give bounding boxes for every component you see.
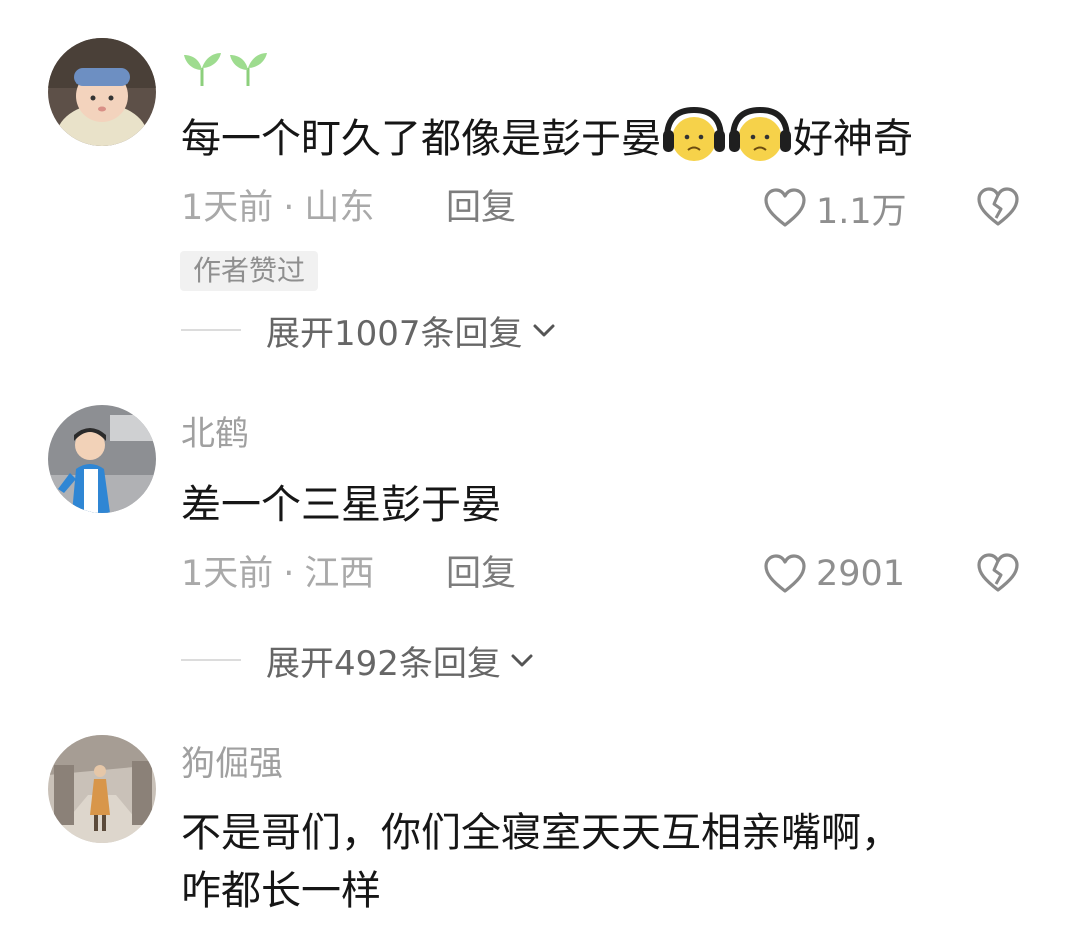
like-count: 2901 [816,554,906,594]
expand-replies-label: 展开1007条回复 [266,313,523,354]
separator: · [283,554,295,594]
timestamp: 1天前 [181,188,274,228]
expand-replies-label: 展开492条回复 [266,643,501,684]
reply-button[interactable]: 回复 [446,186,516,230]
heart-outline-icon [764,554,806,593]
seedling-icon [184,53,267,86]
chevron-down-icon [533,324,555,337]
dislike-button[interactable] [975,552,1021,596]
expand-replies-button[interactable]: 展开1007条回复 [181,308,557,354]
chevron-down-icon [511,654,533,667]
separator: · [283,188,295,228]
avatar[interactable] [48,38,156,146]
expand-replies-button[interactable]: 展开492条回复 [181,638,535,684]
comment-meta: 1天前 · 江西 [181,552,374,596]
like-button[interactable]: 2901 [762,552,905,596]
author-liked-badge: 作者赞过 [180,251,319,291]
divider [181,329,241,331]
heart-outline-icon [764,188,806,227]
headphones-sad-face-icon [727,106,793,164]
comment-text: 差一个三星彭于晏 [181,482,501,528]
avatar[interactable] [48,735,156,843]
location: 山东 [304,188,375,228]
dislike-button[interactable] [975,186,1021,230]
comment-meta: 1天前 · 山东 [181,186,374,230]
like-button[interactable]: 1.1万 [762,186,907,232]
username[interactable]: 狗倔强 [181,744,283,784]
like-count: 1.1万 [816,191,907,232]
comment-text-part: 好神奇 [793,116,913,162]
broken-heart-icon [977,187,1019,226]
divider [181,659,241,661]
comment-text: 每一个盯久了都像是彭于晏 好神奇 [181,106,913,166]
avatar[interactable] [48,405,156,513]
username[interactable]: 🌱🌱 [181,46,273,97]
headphones-sad-face-icon [661,106,727,164]
comment-text-line: 咋都长一样 [181,868,381,914]
comment-text-line: 不是哥们，你们全寝室天天互相亲嘴啊， [181,810,901,856]
location: 江西 [304,554,375,594]
username[interactable]: 北鹤 [181,414,249,454]
broken-heart-icon [977,553,1019,592]
comment-text-part: 每一个盯久了都像是彭于晏 [181,116,661,162]
reply-button[interactable]: 回复 [446,552,516,596]
timestamp: 1天前 [181,554,274,594]
